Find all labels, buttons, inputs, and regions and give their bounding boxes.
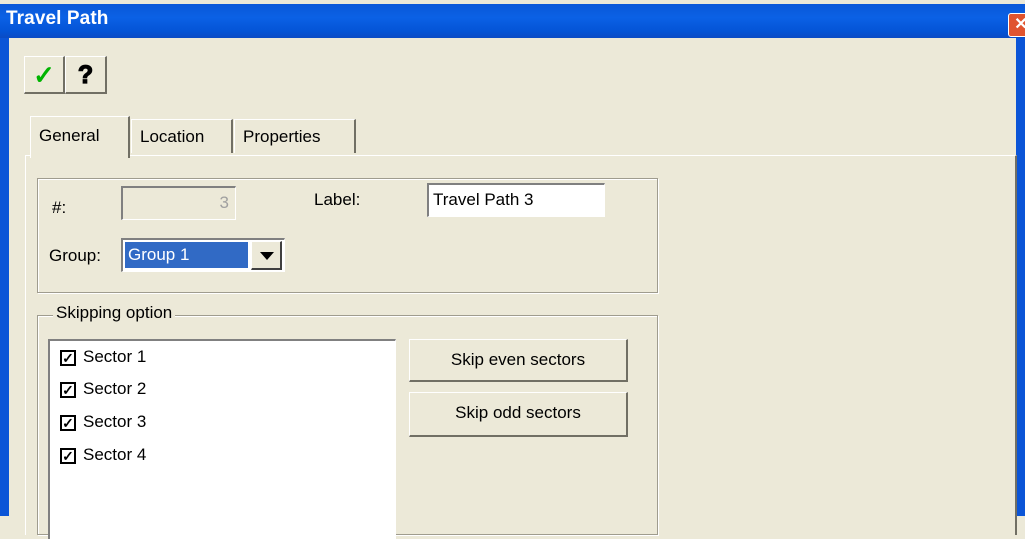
number-label: #: xyxy=(52,198,67,217)
window-frame-right xyxy=(1016,38,1025,516)
sector-label: Sector 2 xyxy=(83,379,147,398)
checkbox-sector-4[interactable]: ✓ xyxy=(60,448,76,464)
sector-label: Sector 1 xyxy=(83,347,147,366)
window-title: Travel Path xyxy=(6,8,109,29)
checkbox-sector-2[interactable]: ✓ xyxy=(60,382,76,398)
close-icon[interactable]: ✕ xyxy=(1008,13,1025,37)
title-bar xyxy=(0,4,1025,38)
label-input[interactable]: Travel Path 3 xyxy=(427,183,605,217)
group-selected-value[interactable]: Group 1 xyxy=(125,242,248,268)
skip-odd-sectors-button[interactable]: Skip odd sectors xyxy=(409,392,628,437)
sector-label: Sector 4 xyxy=(83,445,147,464)
tab-location[interactable]: Location xyxy=(131,119,233,153)
checkbox-sector-3[interactable]: ✓ xyxy=(60,415,76,431)
help-button[interactable]: ? xyxy=(65,56,107,94)
sector-label: Sector 3 xyxy=(83,412,147,431)
skipping-option-legend: Skipping option xyxy=(53,303,176,323)
help-question-icon: ? xyxy=(77,60,94,89)
skip-even-sectors-button[interactable]: Skip even sectors xyxy=(409,339,628,382)
ok-button[interactable]: ✓ xyxy=(24,56,65,94)
tab-general[interactable]: General xyxy=(30,116,130,158)
tab-properties[interactable]: Properties xyxy=(234,119,356,153)
group-label: Group: xyxy=(49,246,101,265)
checkmark-icon: ✓ xyxy=(33,60,55,90)
label-label: Label: xyxy=(314,190,361,209)
chevron-down-icon xyxy=(260,252,274,260)
window-frame-left xyxy=(0,38,9,516)
number-field: 3 xyxy=(121,186,236,220)
checkbox-sector-1[interactable]: ✓ xyxy=(60,350,76,366)
